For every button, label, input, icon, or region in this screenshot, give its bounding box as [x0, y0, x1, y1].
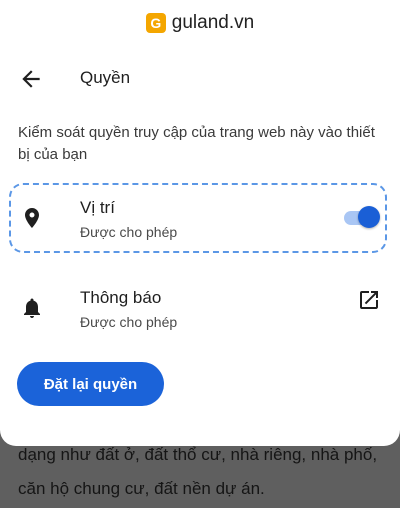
location-pin-icon: [20, 206, 44, 230]
reset-permissions-button[interactable]: Đặt lại quyền: [17, 362, 164, 406]
location-toggle[interactable]: [344, 206, 380, 230]
site-header: G guland.vn: [0, 8, 400, 38]
site-domain: guland.vn: [171, 12, 255, 33]
permission-status: Được cho phép: [80, 224, 178, 240]
toggle-knob: [358, 206, 380, 228]
permission-row-location[interactable]: Vị trí Được cho phép: [0, 186, 400, 250]
permission-title: Thông báo: [80, 288, 162, 307]
permission-status: Được cho phép: [80, 314, 178, 330]
arrow-left-icon[interactable]: [18, 66, 44, 92]
permission-row-notifications[interactable]: Thông báo Được cho phép: [0, 276, 400, 340]
page-header: Quyền: [0, 62, 400, 94]
permissions-sheet: G guland.vn Quyền Kiểm soát quyền truy c…: [0, 0, 400, 446]
site-logo: G: [145, 13, 166, 33]
page-title: Quyền: [80, 68, 131, 87]
bell-icon: [20, 296, 44, 320]
background-page-text: dạng như đất ở, đất thổ cư, nhà riêng, n…: [18, 445, 378, 498]
permissions-description: Kiểm soát quyền truy cập của trang web n…: [18, 124, 375, 163]
permission-title: Vị trí: [80, 198, 115, 217]
open-in-new-icon[interactable]: [357, 288, 381, 312]
